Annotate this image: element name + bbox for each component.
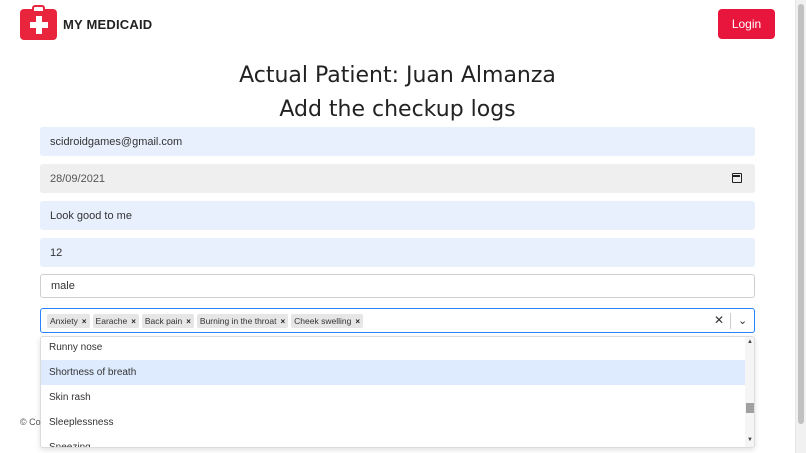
gender-field[interactable]: male [40, 274, 755, 298]
symptom-tag: Back pain × [141, 314, 194, 328]
brand-name: MY MEDICAID [63, 17, 153, 32]
number-value: 12 [50, 246, 63, 259]
dropdown-option[interactable]: Skin rash [41, 385, 745, 410]
dropdown-scrollbar-thumb[interactable] [746, 403, 754, 413]
symptoms-multiselect[interactable]: Anxiety × Earache × Back pain × Burning in … [40, 308, 755, 333]
gender-value: male [51, 280, 75, 292]
symptom-tag: Anxiety × [47, 314, 90, 328]
remove-tag-icon[interactable]: × [82, 317, 87, 326]
email-value: scidroidgames@gmail.com [50, 135, 183, 148]
dropdown-option[interactable]: Sneezing [41, 435, 745, 447]
dropdown-option[interactable]: Sleeplessness [41, 410, 745, 435]
scroll-up-icon[interactable]: ▲ [747, 339, 753, 345]
remove-tag-icon[interactable]: × [280, 317, 285, 326]
page-scrollbar[interactable] [795, 0, 806, 453]
symptom-tag: Cheek swelling × [291, 314, 363, 328]
patient-title: Actual Patient: Juan Almanza [239, 63, 556, 88]
number-field[interactable]: 12 [40, 238, 755, 267]
notes-field[interactable]: Look good to me [40, 201, 755, 230]
medical-kit-icon [20, 5, 57, 40]
notes-value: Look good to me [50, 209, 132, 222]
remove-tag-icon[interactable]: × [186, 317, 191, 326]
chevron-down-icon[interactable]: ⌄ [738, 314, 747, 327]
date-value: 28/09/2021 [50, 172, 106, 185]
dropdown-option-highlighted[interactable]: Shortness of breath [41, 360, 745, 385]
dropdown-option[interactable]: Runny nose [41, 337, 745, 360]
scroll-down-icon[interactable]: ▼ [747, 437, 753, 443]
footer-copyright: © Co [20, 417, 41, 427]
calendar-icon[interactable] [732, 173, 742, 183]
remove-tag-icon[interactable]: × [131, 317, 136, 326]
indicator-separator [730, 313, 731, 329]
login-button[interactable]: Login [718, 9, 775, 39]
email-field[interactable]: scidroidgames@gmail.com [40, 127, 755, 156]
symptoms-dropdown-menu[interactable]: Runny nose Shortness of breath Skin rash… [40, 336, 755, 448]
remove-tag-icon[interactable]: × [355, 317, 360, 326]
clear-all-icon[interactable]: ✕ [714, 313, 724, 327]
symptom-tag: Burning in the throat × [196, 314, 289, 328]
dropdown-scrollbar[interactable]: ▲ ▼ [745, 337, 754, 447]
page-scrollbar-thumb[interactable] [798, 4, 804, 424]
date-field[interactable]: 28/09/2021 [40, 164, 755, 193]
page-subtitle: Add the checkup logs [279, 97, 516, 122]
symptom-tag: Earache × [92, 314, 139, 328]
